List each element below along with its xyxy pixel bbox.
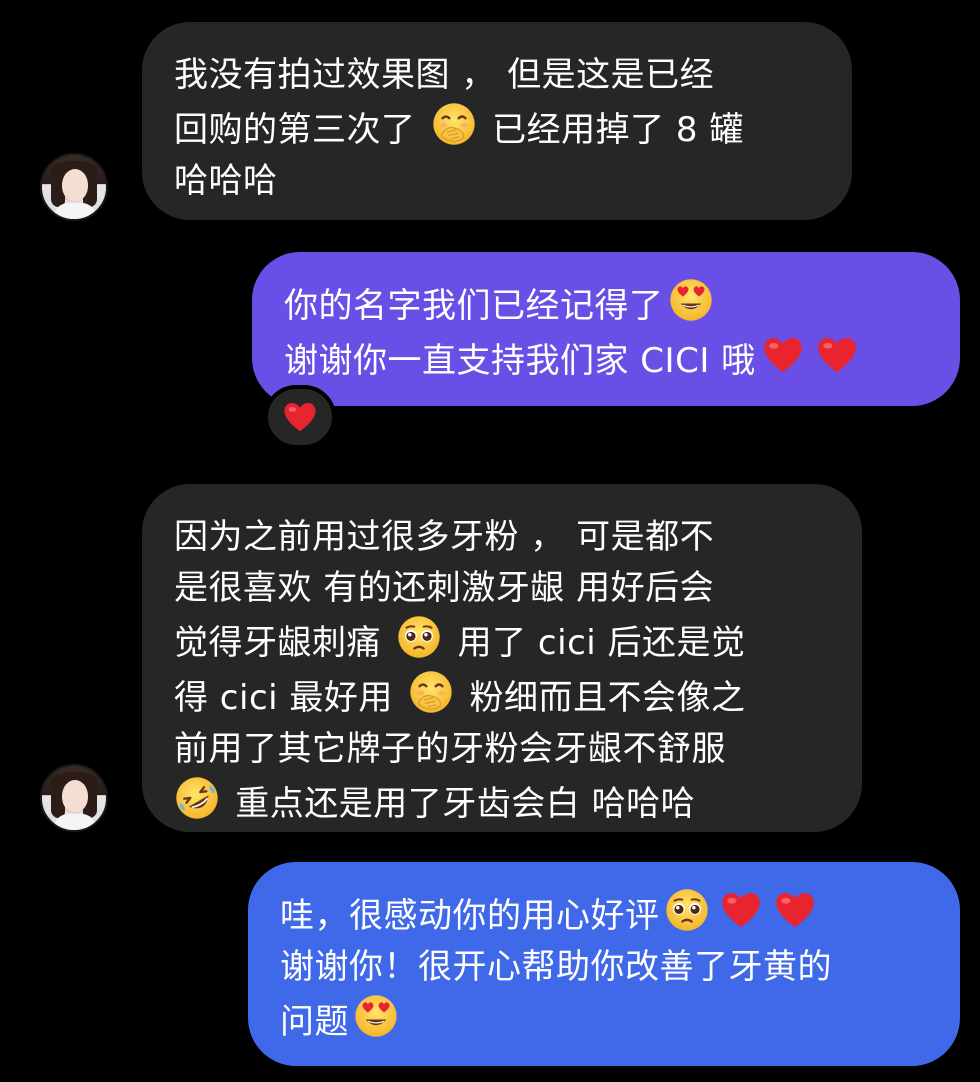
message-text-line: 你的名字我们已经记得了 — [284, 277, 932, 332]
avatar[interactable] — [40, 764, 108, 832]
red-heart-icon — [281, 398, 319, 436]
message-text-line: 我没有拍过效果图 ， 但是这是已经 — [174, 55, 715, 95]
message-text-line: 重点还是用了牙齿会白 哈哈哈 — [174, 775, 832, 830]
avatar-face — [62, 780, 88, 812]
avatar[interactable] — [40, 153, 108, 221]
message-text-line: 回购的第三次了 已经用掉了 8 罐 — [174, 101, 822, 156]
message-text-line: 哈哈哈 — [174, 161, 278, 201]
red-heart-emoji — [772, 887, 818, 933]
message-text-line: 谢谢你！很开心帮助你改善了牙黄的 — [280, 947, 832, 987]
incoming-message-bubble[interactable]: 我没有拍过效果图 ， 但是这是已经 回购的第三次了 已经用掉了 8 罐 哈哈哈 — [142, 22, 852, 220]
message-text-line: 前用了其它牌子的牙粉会牙龈不舒服 — [174, 729, 726, 769]
red-heart-emoji — [814, 332, 860, 378]
message-text-line: 觉得牙龈刺痛 用了 cici 后还是觉 — [174, 614, 832, 669]
message-text-line: 问题 — [280, 993, 932, 1048]
message-text: 你的名字我们已经记得了 — [284, 286, 664, 326]
message-text: 重点还是用了牙齿会白 哈哈哈 — [224, 784, 696, 824]
hand-over-mouth-emoji — [408, 669, 454, 715]
outgoing-message-bubble[interactable]: 哇，很感动你的用心好评 谢谢你！很开心帮助你改善了牙黄的 问题 — [248, 862, 960, 1066]
heart-eyes-emoji — [353, 993, 399, 1039]
rolling-on-floor-laughing-emoji — [174, 775, 220, 821]
message-text: 问题 — [280, 1002, 349, 1042]
message-text-line: 因为之前用过很多牙粉 ， 可是都不 — [174, 517, 715, 557]
outgoing-message-bubble[interactable]: 你的名字我们已经记得了 谢谢你一直支持我们家 CICI 哦 — [252, 252, 960, 406]
message-text: 用了 cici 后还是觉 — [446, 623, 746, 663]
heart-reaction-badge[interactable] — [264, 385, 336, 449]
incoming-message-bubble[interactable]: 因为之前用过很多牙粉 ， 可是都不 是很喜欢 有的还刺激牙龈 用好后会 觉得牙龈… — [142, 484, 862, 832]
avatar-collar — [54, 814, 96, 830]
red-heart-emoji — [760, 332, 806, 378]
message-text: 粉细而且不会像之 — [458, 678, 746, 718]
red-heart-emoji — [718, 887, 764, 933]
message-text: 觉得牙龈刺痛 — [174, 623, 393, 663]
message-text-line: 谢谢你一直支持我们家 CICI 哦 — [284, 332, 932, 387]
avatar-collar — [54, 203, 96, 219]
pleading-face-emoji — [664, 887, 710, 933]
message-text: 得 cici 最好用 — [174, 678, 405, 718]
message-text: 哇，很感动你的用心好评 — [280, 896, 660, 936]
heart-eyes-emoji — [668, 277, 714, 323]
avatar-face — [62, 169, 88, 201]
message-text: 回购的第三次了 — [174, 110, 427, 150]
message-text: 已经用掉了 8 罐 — [480, 110, 744, 150]
message-text: 谢谢你一直支持我们家 CICI 哦 — [284, 341, 756, 381]
message-text-line: 哇，很感动你的用心好评 — [280, 887, 932, 942]
pleading-face-emoji — [396, 614, 442, 660]
hand-over-mouth-emoji — [431, 101, 477, 147]
message-text-line: 得 cici 最好用 粉细而且不会像之 — [174, 669, 832, 724]
message-text-line: 是很喜欢 有的还刺激牙龈 用好后会 — [174, 568, 715, 608]
